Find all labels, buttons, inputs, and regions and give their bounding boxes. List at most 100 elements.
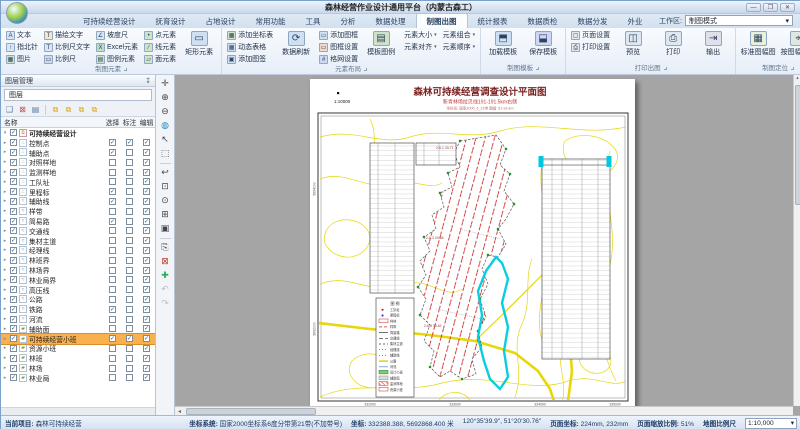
select-checkbox[interactable]	[109, 325, 116, 332]
button-locate-by-sheet[interactable]: ⌖按图幅定位	[779, 29, 800, 57]
layer-visible-checkbox[interactable]: ✓	[10, 257, 17, 264]
previous-view-tool-icon[interactable]: ↩	[159, 166, 172, 179]
edit-checkbox[interactable]: ✓	[143, 325, 150, 332]
edit-checkbox[interactable]: ✓	[143, 345, 150, 352]
actual-size-tool-icon[interactable]: ▣	[159, 222, 172, 235]
layer-row[interactable]: ▸✓∴工队址✓	[1, 177, 155, 187]
pin-icon[interactable]: ↧	[145, 77, 151, 85]
layer-visible-checkbox[interactable]: ✓	[10, 188, 17, 195]
select-checkbox[interactable]	[109, 159, 116, 166]
layer-row[interactable]: ▸✓≈样带✓	[1, 206, 155, 216]
button-element-align[interactable]: 元素对齐▾	[402, 41, 439, 53]
scroll-thumb[interactable]	[186, 408, 316, 415]
annotate-checkbox[interactable]	[126, 208, 133, 215]
button-add-coord-table[interactable]: ▦添加坐标表	[225, 29, 275, 41]
tab-land-design[interactable]: 占地设计	[196, 14, 246, 28]
button-print-settings[interactable]: ⎙打印设置	[569, 41, 612, 53]
layer-row[interactable]: ▸✓≈铁路✓✓	[1, 304, 155, 314]
full-extent-tool-icon[interactable]: ◍	[159, 119, 172, 132]
button-rect-element[interactable]: ▭矩形元素	[180, 29, 218, 57]
layer-row[interactable]: ▸✓≈林业局界✓	[1, 275, 155, 285]
copy-view-tool-icon[interactable]: ⎘	[159, 241, 172, 254]
edit-checkbox[interactable]: ✓	[143, 296, 150, 303]
annotate-checkbox[interactable]	[126, 237, 133, 244]
button-data-refresh[interactable]: ⟳数据刷新	[277, 29, 315, 57]
edit-checkbox[interactable]: ✓	[143, 198, 150, 205]
annotate-checkbox[interactable]	[126, 149, 133, 156]
select-checkbox[interactable]	[109, 374, 116, 381]
layer-row[interactable]: ▸✓≈交通线✓	[1, 226, 155, 236]
layer-visible-checkbox[interactable]: ✓	[10, 208, 17, 215]
layer-visible-checkbox[interactable]: ✓	[10, 306, 17, 313]
survey-table-right[interactable]	[539, 156, 612, 359]
layer-row[interactable]: ▸✓∴对照样地✓	[1, 157, 155, 167]
layer-row[interactable]: ▸✓≈林班界✓	[1, 255, 155, 265]
layer-visible-checkbox[interactable]: ✓	[10, 237, 17, 244]
layer-row[interactable]: ▸✓∴监测样地✓	[1, 167, 155, 177]
edit-checkbox[interactable]: ✓	[143, 276, 150, 283]
layer-filter-icon[interactable]: ⧉	[89, 104, 100, 115]
layer-row[interactable]: ▸✓▰可持续经营小班✓✓✓	[1, 334, 155, 344]
pan-tool-icon[interactable]: ✛	[159, 77, 172, 90]
button-line-element[interactable]: ∕线元素	[142, 41, 178, 53]
button-legend-element[interactable]: ▤图例元素	[94, 53, 140, 65]
clear-layer-selection-icon[interactable]: ⧉	[63, 104, 74, 115]
layer-visible-checkbox[interactable]: ✓	[10, 365, 17, 372]
edit-checkbox[interactable]: ✓	[143, 218, 150, 225]
layer-visible-checkbox[interactable]: ✓	[10, 178, 17, 185]
select-checkbox[interactable]: ✓	[109, 139, 116, 146]
button-standard-sheet[interactable]: ▦标准图幅图	[739, 29, 777, 57]
annotate-checkbox[interactable]	[126, 355, 133, 362]
button-grid-settings[interactable]: #格网设置	[317, 53, 360, 65]
layers-panel-scrollbar[interactable]	[1, 407, 155, 415]
annotate-checkbox[interactable]	[126, 188, 133, 195]
layer-visible-checkbox[interactable]: ✓	[10, 227, 17, 234]
layer-visible-checkbox[interactable]: ✓	[10, 276, 17, 283]
tab-map-output[interactable]: 制图出图	[416, 13, 468, 28]
button-save-template[interactable]: ⬓保存模板	[524, 29, 562, 57]
edit-checkbox[interactable]: ✓	[143, 374, 150, 381]
tab-data-qc[interactable]: 数据质检	[518, 14, 568, 28]
edit-checkbox[interactable]: ✓	[143, 267, 150, 274]
zoom-in-tool-icon[interactable]: ⊕	[159, 91, 172, 104]
button-export[interactable]: ⇥输出	[694, 29, 732, 57]
design-area-polygon[interactable]	[418, 135, 514, 379]
button-north-arrow[interactable]: ↑指北针	[4, 41, 40, 53]
redo-view-tool-icon[interactable]: ↷	[159, 297, 172, 310]
button-slope-ruler[interactable]: ∠坡度尺	[94, 29, 140, 41]
select-checkbox[interactable]: ✓	[109, 335, 116, 342]
button-picture-element[interactable]: ▦图片	[4, 53, 40, 65]
edit-checkbox[interactable]: ✓	[143, 316, 150, 323]
zoom-out-tool-icon[interactable]: ⊖	[159, 105, 172, 118]
button-add-frame[interactable]: ▭添加图框	[317, 29, 360, 41]
select-checkbox[interactable]	[109, 355, 116, 362]
edit-checkbox[interactable]: ✓	[143, 178, 150, 185]
button-element-order[interactable]: 元素顺序▾	[441, 41, 478, 53]
annotate-checkbox[interactable]	[126, 247, 133, 254]
layer-row[interactable]: ▸✓≈简易路✓✓	[1, 216, 155, 226]
selection-handle[interactable]	[539, 156, 544, 167]
layer-visible-checkbox[interactable]: ✓	[10, 335, 17, 342]
layer-row[interactable]: ▸✓▰资源小班✓	[1, 344, 155, 354]
tab-sustainable-design[interactable]: 可持续经营设计	[73, 14, 146, 28]
layer-visible-checkbox[interactable]: ✓	[10, 355, 17, 362]
annotate-checkbox[interactable]	[126, 159, 133, 166]
scroll-thumb[interactable]	[795, 85, 800, 205]
layer-row[interactable]: ▸✓∴控制点✓✓✓	[1, 138, 155, 148]
select-checkbox[interactable]	[109, 286, 116, 293]
layer-visible-checkbox[interactable]: ✓	[10, 286, 17, 293]
layer-visible-checkbox[interactable]: ✓	[10, 247, 17, 254]
annotate-checkbox[interactable]	[126, 286, 133, 293]
layer-row[interactable]: ▸✓≈河流✓	[1, 314, 155, 324]
annotate-checkbox[interactable]: ✓	[126, 335, 133, 342]
tab-tending-design[interactable]: 抚育设计	[146, 14, 196, 28]
annotate-checkbox[interactable]	[126, 276, 133, 283]
layer-visible-checkbox[interactable]: ✓	[10, 345, 17, 352]
select-checkbox[interactable]	[109, 257, 116, 264]
tab-data-processing[interactable]: 数据处理	[366, 14, 416, 28]
zoom-window-tool-icon[interactable]: ⊡	[159, 180, 172, 193]
select-tool-icon[interactable]: ↖	[159, 133, 172, 146]
layer-row[interactable]: ▸✓≈高压线✓	[1, 285, 155, 295]
edit-checkbox[interactable]: ✓	[143, 227, 150, 234]
select-checkbox[interactable]	[109, 276, 116, 283]
